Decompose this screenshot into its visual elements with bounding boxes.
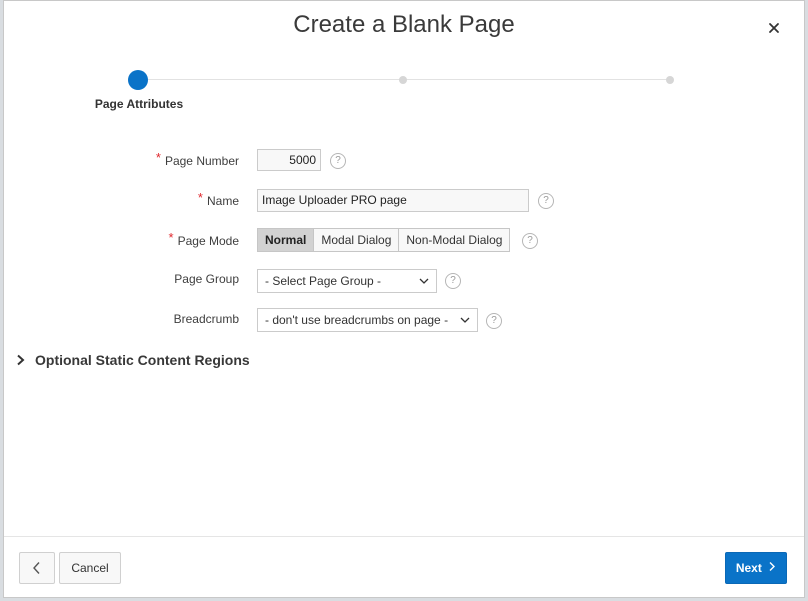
dialog-title: Create a Blank Page: [293, 11, 515, 38]
wizard-step-3-marker: [666, 76, 674, 84]
required-marker: *: [168, 230, 174, 245]
help-icon[interactable]: ?: [486, 313, 502, 329]
help-icon[interactable]: ?: [538, 193, 554, 209]
next-button-label: Next: [735, 561, 762, 575]
breadcrumb-label: Breadcrumb: [173, 312, 239, 326]
chevron-down-icon: [419, 278, 429, 284]
name-input[interactable]: Image Uploader PRO page: [257, 189, 529, 212]
chevron-left-icon: [33, 562, 40, 574]
footer-divider: [4, 536, 804, 537]
next-button[interactable]: Next: [725, 552, 787, 584]
help-icon[interactable]: ?: [445, 273, 461, 289]
back-button[interactable]: [19, 552, 55, 584]
close-icon[interactable]: [766, 20, 782, 36]
chevron-right-icon: [769, 562, 776, 571]
breadcrumb-select[interactable]: - don't use breadcrumbs on page -: [257, 308, 478, 332]
breadcrumb-row: Breadcrumb - don't use breadcrumbs on pa…: [4, 308, 804, 334]
create-page-dialog: Create a Blank Page Page Attributes * Pag…: [3, 0, 805, 598]
chevron-right-icon: [17, 354, 25, 366]
page-group-select[interactable]: - Select Page Group -: [257, 269, 437, 293]
wizard-step-1-label: Page Attributes: [94, 97, 184, 111]
optional-static-content-label: Optional Static Content Regions: [35, 352, 250, 368]
page-group-row: Page Group - Select Page Group - ?: [4, 269, 804, 295]
name-row: * Name Image Uploader PRO page ?: [4, 189, 804, 215]
page-number-label: * Page Number: [155, 150, 239, 168]
page-mode-normal[interactable]: Normal: [258, 229, 314, 251]
page-number-input[interactable]: 5000: [257, 149, 321, 171]
page-mode-modal-dialog[interactable]: Modal Dialog: [313, 229, 398, 251]
page-number-row: * Page Number 5000 ?: [4, 149, 804, 175]
page-group-selected-value: - Select Page Group -: [265, 274, 382, 288]
page-mode-label: * Page Mode: [168, 230, 239, 248]
wizard-step-1-marker: [128, 70, 148, 90]
cancel-button[interactable]: Cancel: [59, 552, 121, 584]
page-group-label: Page Group: [174, 272, 239, 286]
required-marker: *: [197, 190, 203, 205]
name-label: * Name: [197, 190, 239, 208]
page-mode-non-modal-dialog[interactable]: Non-Modal Dialog: [398, 229, 509, 251]
required-marker: *: [155, 150, 161, 165]
optional-static-content-toggle[interactable]: Optional Static Content Regions: [16, 352, 250, 368]
wizard-step-2-marker: [399, 76, 407, 84]
breadcrumb-selected-value: - don't use breadcrumbs on page -: [265, 313, 449, 327]
page-mode-radio-group: Normal Modal Dialog Non-Modal Dialog: [257, 228, 511, 252]
help-icon[interactable]: ?: [330, 153, 346, 169]
chevron-down-icon: [460, 317, 470, 323]
page-mode-row: * Page Mode Normal Modal Dialog Non-Modal…: [4, 228, 804, 254]
help-icon[interactable]: ?: [522, 233, 538, 249]
